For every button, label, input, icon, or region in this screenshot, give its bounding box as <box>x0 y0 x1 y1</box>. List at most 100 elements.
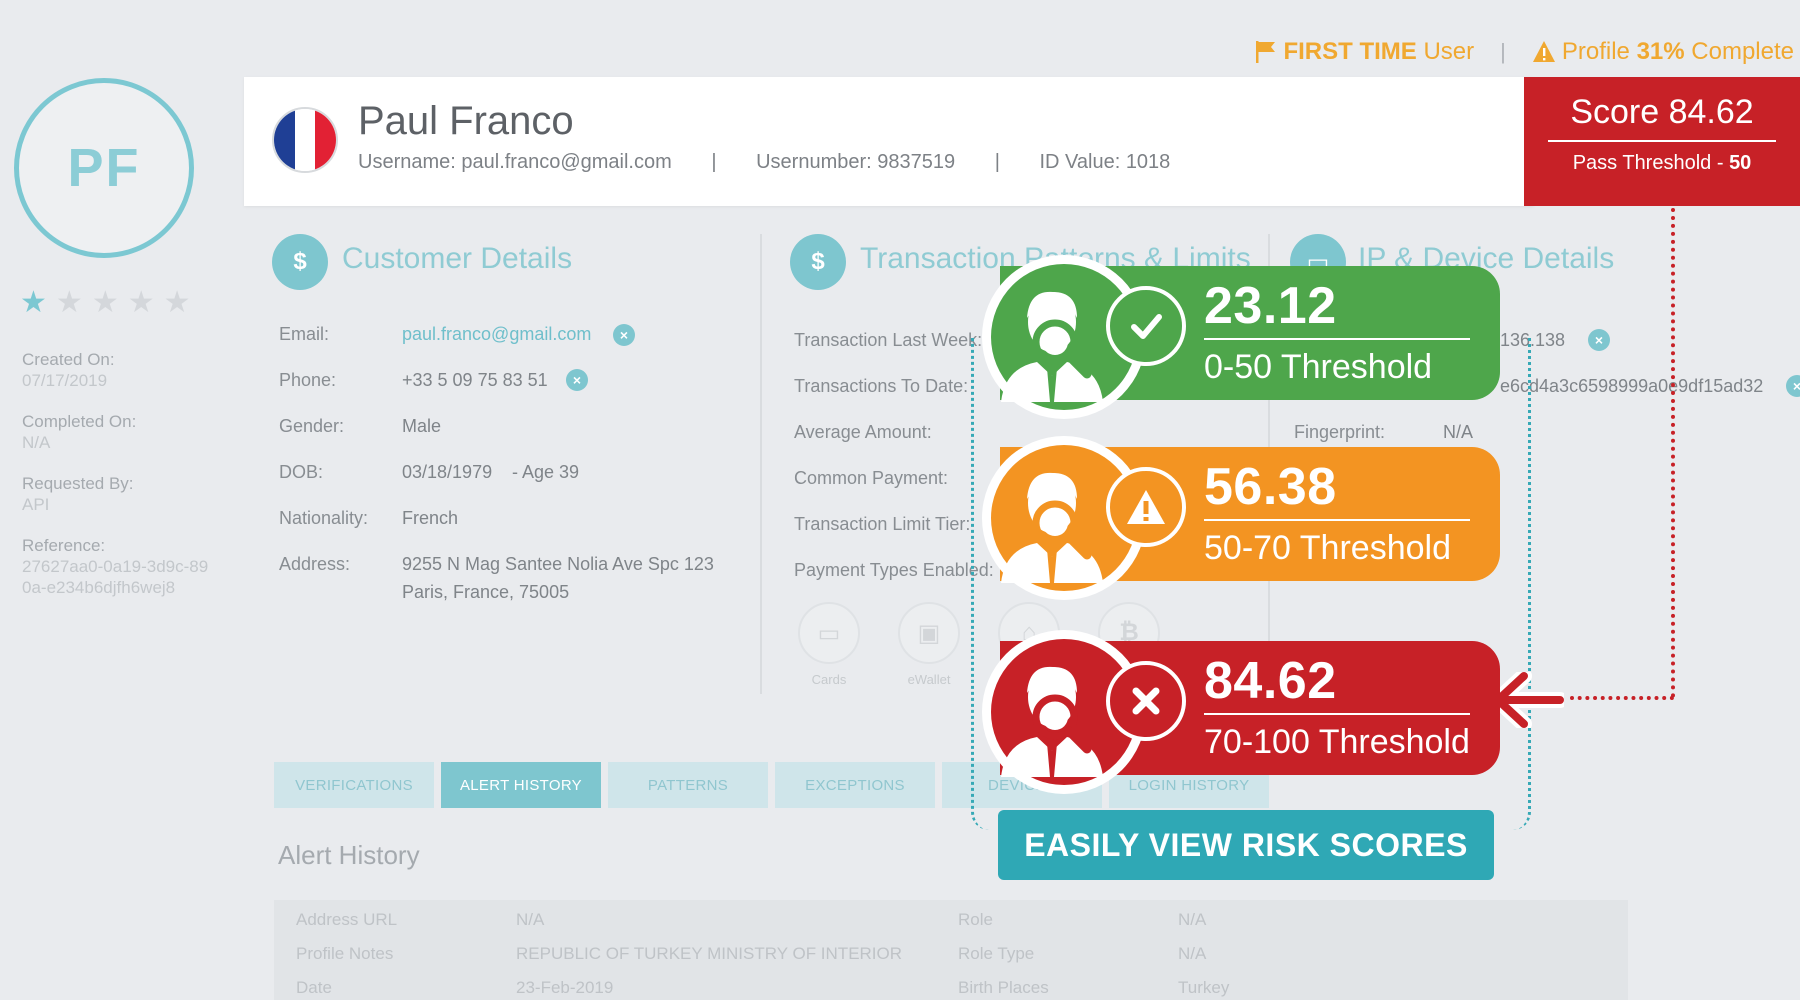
requested-by-label: Requested By: <box>22 474 134 493</box>
completed-on-value: N/A <box>22 433 51 452</box>
alert-history-table: Address URL N/A Role N/A Profile Notes R… <box>274 900 1628 1000</box>
username-label: Username: <box>358 151 456 173</box>
table-cell: Address URL <box>296 910 398 929</box>
table-cell: Profile Notes <box>296 944 394 963</box>
risk-score-value: 23.12 <box>1204 277 1337 335</box>
remove-email-icon[interactable]: × <box>613 324 635 346</box>
check-icon <box>1106 286 1186 366</box>
risk-score-divider <box>1204 519 1470 521</box>
address-line-1: 9255 N Mag Santee Nolia Ave Spc 123 <box>402 554 714 574</box>
cards-label: Cards <box>811 672 847 687</box>
table-cell: Role <box>958 910 993 929</box>
email-link[interactable]: paul.franco@gmail.com <box>402 324 591 345</box>
table-cell: Role Type <box>958 944 1035 963</box>
requested-by: Requested By: API <box>22 473 222 515</box>
table-cell: N/A <box>1178 910 1207 929</box>
risk-threshold-label: 70-100 Threshold <box>1204 723 1470 761</box>
usernumber-value: 9837519 <box>877 151 956 173</box>
info-divider: | <box>994 151 1000 173</box>
easily-view-risk-scores-button[interactable]: EASILY VIEW RISK SCORES <box>998 810 1494 880</box>
created-on: Created On: 07/17/2019 <box>22 349 222 391</box>
payment-types-enabled-label: Payment Types Enabled: <box>794 560 994 580</box>
warning-icon <box>1532 41 1555 62</box>
table-cell: Turkey <box>1178 978 1230 997</box>
score-title: Score 84.62 <box>1570 93 1754 131</box>
score-divider <box>1548 140 1776 142</box>
section-divider <box>760 234 762 694</box>
wallet-icon: ▣ <box>898 602 960 664</box>
id-value: 1018 <box>1125 151 1171 173</box>
user-info-line: Username: paul.franco@gmail.com | Usernu… <box>358 151 1170 174</box>
topbar-separator: | <box>1500 39 1506 64</box>
completed-on: Completed On: N/A <box>22 411 222 453</box>
customer-details-icon: $ <box>272 234 328 290</box>
risk-score-divider <box>1204 338 1470 340</box>
remove-ip-icon[interactable]: × <box>1588 329 1610 351</box>
user-header-card: Paul Franco Username: paul.franco@gmail.… <box>244 77 1534 206</box>
remove-phone-icon[interactable]: × <box>566 369 588 391</box>
transaction-limit-tier-label: Transaction Limit Tier: <box>794 514 971 534</box>
ewallet-label: eWallet <box>907 672 951 687</box>
france-flag-icon <box>272 107 338 173</box>
customer-details-title: Customer Details <box>342 242 573 275</box>
table-cell: REPUBLIC OF TURKEY MINISTRY OF INTERIOR <box>516 944 903 963</box>
flag-stripe-white <box>294 109 316 171</box>
transaction-last-week-label: Transaction Last Week: <box>794 330 983 350</box>
gender-label: Gender: <box>279 416 345 436</box>
first-time-label: FIRST TIME <box>1283 38 1417 65</box>
address-label: Address: <box>279 554 351 574</box>
avatar: PF <box>14 78 194 258</box>
arrow-left-icon <box>1494 672 1564 728</box>
profile-complete-prefix: Profile <box>1561 38 1637 65</box>
risk-score-value: 56.38 <box>1204 458 1337 516</box>
phone-value: +33 5 09 75 83 51 <box>402 370 548 390</box>
star-empty-icon[interactable]: ★ <box>92 288 119 318</box>
dob-value: 03/18/1979 <box>402 462 493 482</box>
info-divider: | <box>711 151 717 173</box>
remove-hash-icon[interactable]: × <box>1786 375 1800 397</box>
reference-value: 27627aa0-0a19-3d9c-890a-e234b6djfh6wej8 <box>22 557 209 597</box>
address-line-2: Paris, France, 75005 <box>402 582 570 602</box>
star-rating[interactable]: ★ ★ ★ ★ ★ <box>20 288 191 318</box>
table-cell: 23-Feb-2019 <box>516 978 614 997</box>
pass-threshold-label: Pass Threshold - <box>1572 152 1730 174</box>
tab-exceptions[interactable]: EXCEPTIONS <box>775 762 935 808</box>
created-on-value: 07/17/2019 <box>22 371 108 390</box>
score-connector-line <box>1570 696 1674 700</box>
card-icon: ▭ <box>798 602 860 664</box>
reference-label: Reference: <box>22 536 106 555</box>
nationality-value: French <box>402 508 459 528</box>
star-empty-icon[interactable]: ★ <box>56 288 83 318</box>
alert-history-title: Alert History <box>278 840 420 870</box>
created-on-label: Created On: <box>22 350 115 369</box>
flag-stripe-blue <box>274 109 295 171</box>
tab-alert-history[interactable]: ALERT HISTORY <box>441 762 601 808</box>
tab-verifications[interactable]: VERIFICATIONS <box>274 762 434 808</box>
star-filled-icon[interactable]: ★ <box>20 288 47 318</box>
profile-status-bar: FIRST TIME User | Profile 31% Complete <box>1255 38 1794 66</box>
profile-complete-suffix: Complete <box>1684 38 1794 65</box>
user-name: Paul Franco <box>358 99 574 143</box>
table-cell: Birth Places <box>958 978 1049 997</box>
risk-threshold-label: 50-70 Threshold <box>1204 529 1451 567</box>
first-time-user-text: User <box>1416 38 1475 65</box>
phone-label: Phone: <box>279 370 337 390</box>
risk-threshold-label: 0-50 Threshold <box>1204 348 1433 386</box>
profile-complete-percent: 31% <box>1636 38 1685 65</box>
table-cell: Date <box>296 978 332 997</box>
pass-threshold: Pass Threshold - 50 <box>1524 152 1800 175</box>
star-empty-icon[interactable]: ★ <box>164 288 191 318</box>
average-amount-label: Average Amount: <box>794 422 932 442</box>
tab-patterns[interactable]: PATTERNS <box>608 762 768 808</box>
nationality-label: Nationality: <box>279 508 369 528</box>
usernumber-label: Usernumber: <box>756 151 872 173</box>
id-value-label: ID Value: <box>1039 151 1121 173</box>
score-box: Score 84.62 Pass Threshold - 50 <box>1524 77 1800 206</box>
username-value: paul.franco@gmail.com <box>461 151 672 173</box>
flag-stripe-red <box>315 109 336 171</box>
dob-label: DOB: <box>279 462 324 482</box>
requested-by-value: API <box>22 495 50 514</box>
device-hash-value: e6cd4a3c6598999a0e9df15ad32 <box>1500 376 1764 396</box>
star-empty-icon[interactable]: ★ <box>128 288 155 318</box>
transactions-to-date-label: Transactions To Date: <box>794 376 969 396</box>
